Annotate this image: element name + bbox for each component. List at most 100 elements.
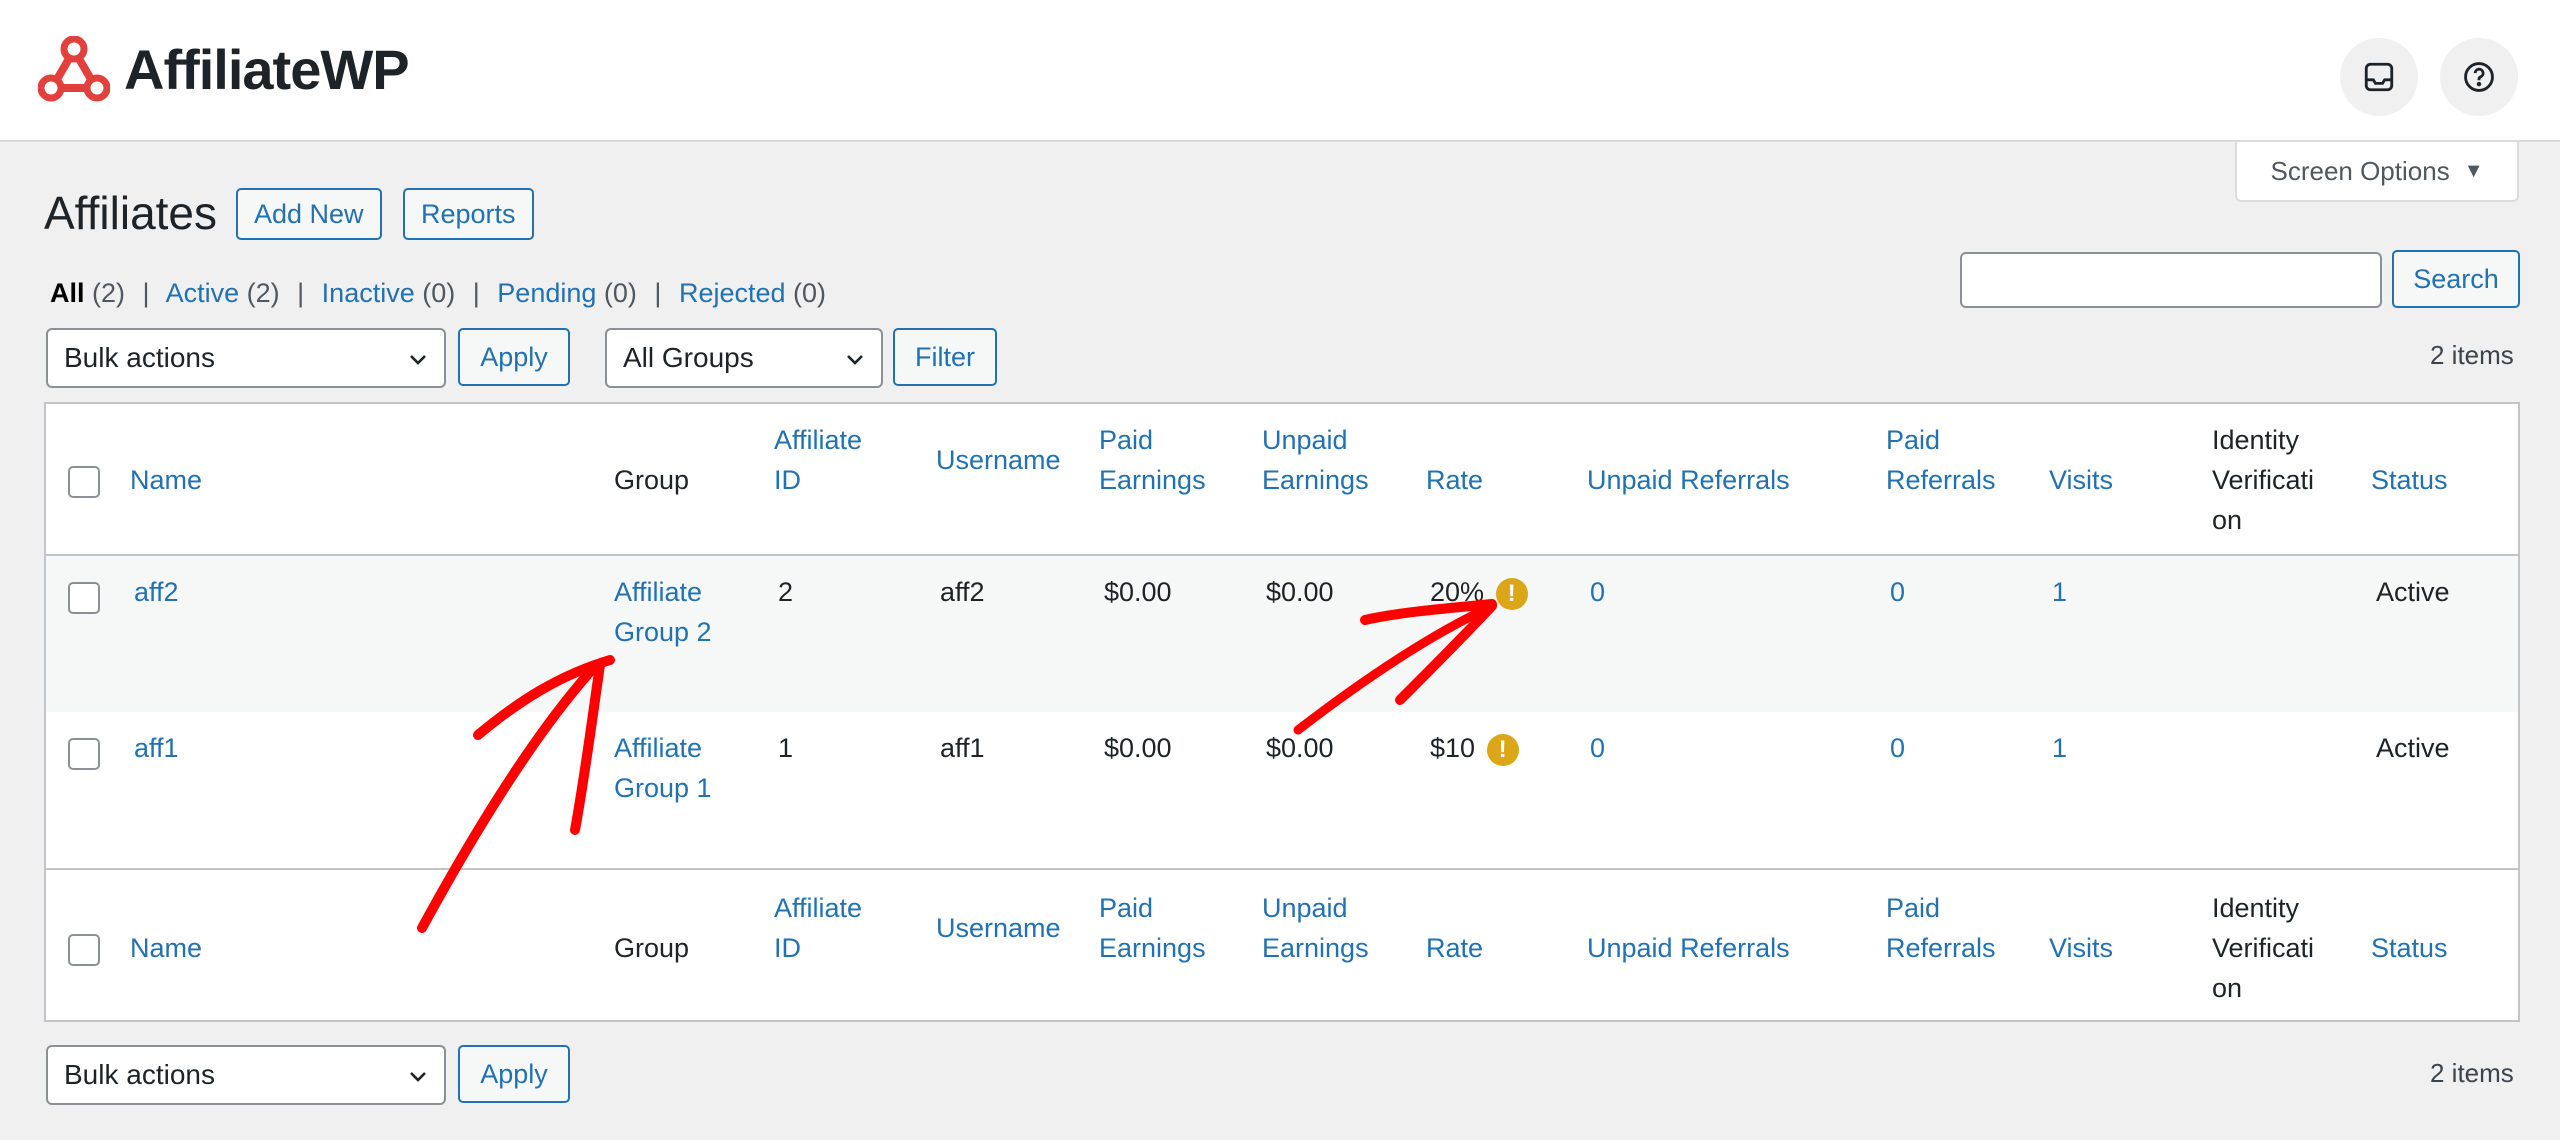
- filter-button[interactable]: Filter: [893, 328, 997, 386]
- affiliate-group-link[interactable]: Affiliate Group 2: [614, 572, 712, 652]
- view-separator: |: [472, 278, 480, 308]
- paid-earnings: $0.00: [1104, 733, 1172, 763]
- col-unpaid-earnings-line2: Earnings: [1262, 465, 1369, 495]
- col-visits-footer[interactable]: Visits: [2049, 928, 2113, 968]
- warning-icon[interactable]: !: [1486, 733, 1519, 766]
- unpaid-referrals-link[interactable]: 0: [1590, 572, 1605, 612]
- table-row: aff2 Affiliate Group 2 2 aff2 $0.00 $0.0…: [46, 556, 2518, 712]
- add-new-button[interactable]: Add New: [236, 188, 382, 240]
- affiliate-group-link[interactable]: Affiliate Group 1: [614, 728, 712, 808]
- col-name-header[interactable]: Name: [130, 460, 202, 500]
- col-identity-line3: on: [2212, 973, 2243, 1003]
- col-paid-referrals-line1: Paid: [1886, 893, 1941, 923]
- col-unpaid-earnings-line1: Unpaid: [1262, 893, 1348, 923]
- col-affiliate-id-header[interactable]: Affiliate ID: [774, 420, 862, 500]
- view-separator: |: [297, 278, 305, 308]
- search-button[interactable]: Search: [2392, 250, 2520, 308]
- col-status-footer[interactable]: Status: [2371, 928, 2448, 968]
- view-separator: |: [654, 278, 662, 308]
- col-identity-line1: Identity: [2212, 893, 2300, 923]
- groups-select[interactable]: All Groups: [605, 328, 883, 388]
- affiliate-name-link[interactable]: aff1: [134, 728, 179, 768]
- col-visits-header[interactable]: Visits: [2049, 460, 2113, 500]
- bulk-actions-value: Bulk actions: [64, 1059, 215, 1090]
- help-button[interactable]: [2440, 38, 2518, 116]
- col-paid-referrals-line1: Paid: [1886, 425, 1941, 455]
- affiliates-table: Name Group Affiliate ID Username Paid Ea…: [44, 402, 2520, 1022]
- col-username-footer[interactable]: Username: [936, 908, 1061, 948]
- visits-link[interactable]: 1: [2052, 572, 2067, 612]
- view-all-link[interactable]: All: [50, 278, 85, 308]
- col-identity-line2: Verificati: [2212, 933, 2315, 963]
- affiliatewp-logo-icon: [38, 36, 110, 102]
- visits-link[interactable]: 1: [2052, 728, 2067, 768]
- col-paid-earnings-line1: Paid: [1099, 425, 1154, 455]
- col-unpaid-earnings-line1: Unpaid: [1262, 425, 1348, 455]
- group-line2: Group 2: [614, 617, 712, 647]
- col-unpaid-referrals-header[interactable]: Unpaid Referrals: [1587, 460, 1790, 500]
- username: aff2: [940, 577, 985, 607]
- view-active-link[interactable]: Active: [166, 278, 240, 308]
- col-rate-header[interactable]: Rate: [1426, 460, 1483, 500]
- screen-options-toggle[interactable]: Screen Options ▼: [2235, 142, 2519, 202]
- top-bar: AffiliateWP: [0, 0, 2560, 142]
- col-unpaid-earnings-header[interactable]: Unpaid Earnings: [1262, 420, 1369, 500]
- triangle-down-icon: ▼: [2463, 159, 2484, 182]
- view-all-count: (2): [92, 278, 126, 308]
- col-unpaid-earnings-line2: Earnings: [1262, 933, 1369, 963]
- group-line2: Group 1: [614, 773, 712, 803]
- status-text: Active: [2376, 733, 2450, 763]
- view-rejected-link[interactable]: Rejected: [679, 278, 786, 308]
- col-unpaid-referrals-footer[interactable]: Unpaid Referrals: [1587, 928, 1790, 968]
- status-views: All (2) | Active (2) | Inactive (0) | Pe…: [50, 278, 826, 309]
- col-affiliate-id-footer[interactable]: Affiliate ID: [774, 888, 862, 968]
- col-paid-referrals-line2: Referrals: [1886, 465, 1996, 495]
- inbox-icon: [2364, 62, 2394, 92]
- apply-button-top[interactable]: Apply: [458, 328, 570, 386]
- affiliate-name-link[interactable]: aff2: [134, 572, 179, 612]
- col-paid-referrals-footer[interactable]: Paid Referrals: [1886, 888, 1996, 968]
- col-paid-earnings-line2: Earnings: [1099, 465, 1206, 495]
- apply-button-bottom[interactable]: Apply: [458, 1045, 570, 1103]
- view-pending-link[interactable]: Pending: [497, 278, 596, 308]
- row-checkbox[interactable]: [68, 738, 100, 770]
- reports-button[interactable]: Reports: [403, 188, 534, 240]
- select-all-checkbox[interactable]: [68, 466, 100, 498]
- col-identity-line3: on: [2212, 505, 2243, 535]
- page-title: Affiliates: [44, 187, 218, 239]
- col-status-header[interactable]: Status: [2371, 460, 2448, 500]
- col-identity-footer: Identity Verificati on: [2212, 888, 2314, 1008]
- bulk-actions-select-top[interactable]: Bulk actions: [46, 328, 446, 388]
- view-active-count: (2): [246, 278, 280, 308]
- col-identity-header: Identity Verificati on: [2212, 420, 2314, 540]
- rate-cell: $10 !: [1430, 728, 1519, 768]
- select-all-checkbox-footer[interactable]: [68, 934, 100, 966]
- col-paid-earnings-header[interactable]: Paid Earnings: [1099, 420, 1206, 500]
- affiliate-id: 2: [778, 577, 794, 607]
- warning-icon[interactable]: !: [1495, 577, 1528, 610]
- paid-referrals-link[interactable]: 0: [1890, 572, 1905, 612]
- inbox-button[interactable]: [2340, 38, 2418, 116]
- search-input[interactable]: [1960, 252, 2382, 308]
- row-checkbox[interactable]: [68, 582, 100, 614]
- affiliate-id: 1: [778, 733, 794, 763]
- col-unpaid-earnings-footer[interactable]: Unpaid Earnings: [1262, 888, 1369, 968]
- col-name-footer[interactable]: Name: [130, 928, 202, 968]
- groups-select-value: All Groups: [623, 342, 754, 373]
- unpaid-referrals-link[interactable]: 0: [1590, 728, 1605, 768]
- view-separator: |: [142, 278, 150, 308]
- col-group-footer: Group: [614, 933, 690, 963]
- col-paid-earnings-footer[interactable]: Paid Earnings: [1099, 888, 1206, 968]
- chevron-down-icon: [410, 355, 426, 365]
- col-rate-footer[interactable]: Rate: [1426, 928, 1483, 968]
- view-rejected-count: (0): [793, 278, 827, 308]
- col-paid-referrals-header[interactable]: Paid Referrals: [1886, 420, 1996, 500]
- paid-referrals-link[interactable]: 0: [1890, 728, 1905, 768]
- view-pending-count: (0): [603, 278, 637, 308]
- col-username-header[interactable]: Username: [936, 440, 1061, 480]
- table-row: aff1 Affiliate Group 1 1 aff1 $0.00 $0.0…: [46, 712, 2518, 868]
- view-inactive-link[interactable]: Inactive: [322, 278, 415, 308]
- items-count-top: 2 items: [2430, 340, 2514, 370]
- bulk-actions-select-bottom[interactable]: Bulk actions: [46, 1045, 446, 1105]
- col-paid-earnings-line2: Earnings: [1099, 933, 1206, 963]
